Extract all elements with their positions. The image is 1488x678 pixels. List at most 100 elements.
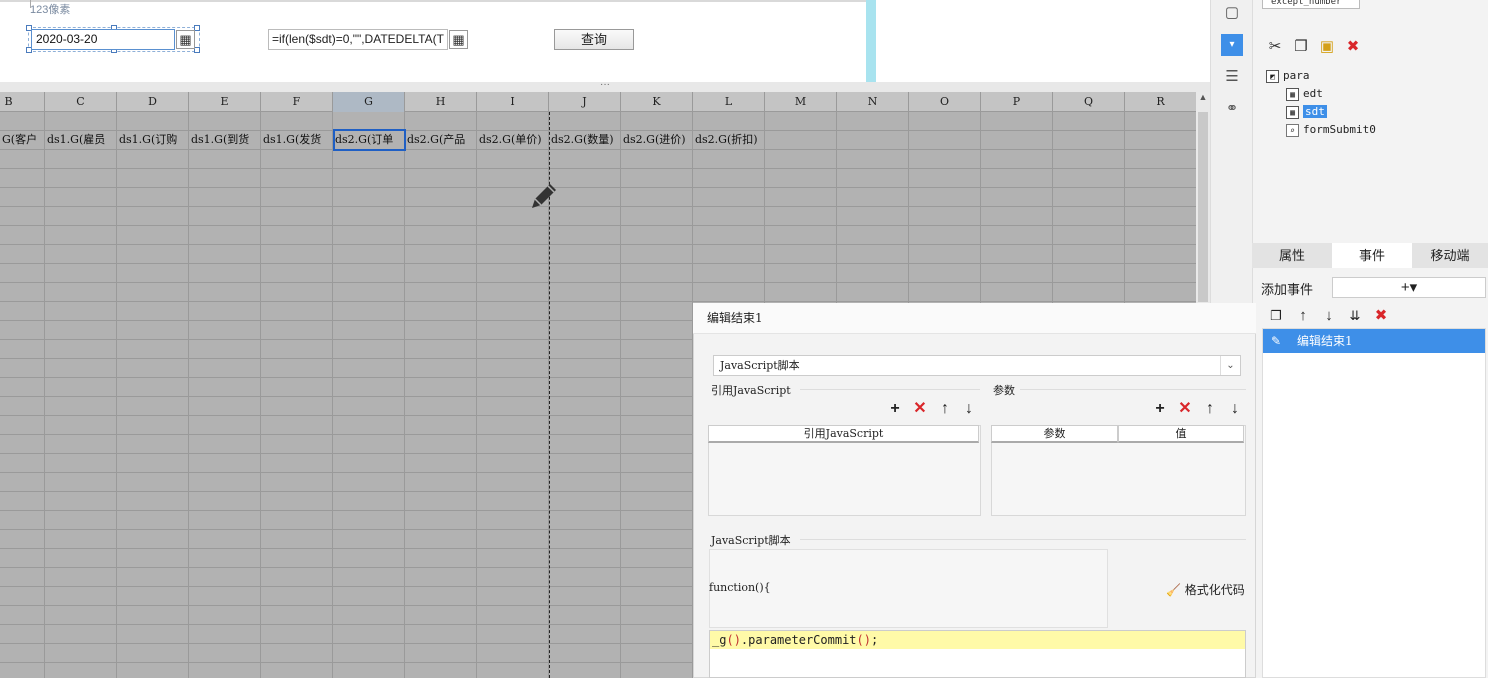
delete-ref-js-icon[interactable]: ✕ <box>911 400 929 418</box>
grid-cell[interactable]: ds1.G(订购 <box>117 130 189 150</box>
dialog-title: 编辑结束1 <box>693 303 1256 334</box>
date-widget-icon: ▦ <box>1286 87 1299 101</box>
grid-cell[interactable]: ds1.G(到货 <box>189 130 261 150</box>
params-section-label: 参数 <box>993 384 1015 397</box>
calendar-icon[interactable]: ▦ <box>176 30 195 49</box>
grid-column-line <box>188 112 189 678</box>
column-header[interactable]: J <box>549 92 621 112</box>
column-header[interactable]: O <box>909 92 981 112</box>
pane-splitter[interactable]: ··· <box>0 80 1210 92</box>
code-line[interactable]: _g().parameterCommit(); <box>710 631 1245 649</box>
delete-icon[interactable]: ✖ <box>1344 38 1362 56</box>
grid-row-line <box>0 187 1196 188</box>
section-divider <box>800 539 1246 540</box>
move-up-icon[interactable]: ↑ <box>1294 306 1312 326</box>
date-widget-icon: ▦ <box>1286 105 1299 119</box>
column-header[interactable]: I <box>477 92 549 112</box>
query-button[interactable]: 查询 <box>554 29 634 50</box>
grid-column-line <box>116 112 117 678</box>
parameter-pane-edge <box>866 0 876 82</box>
dropdown-widget-icon[interactable]: ▾ <box>1221 34 1243 56</box>
edit-icon: ✎ <box>1270 334 1282 348</box>
grid-cell[interactable]: ds1.G(发货 <box>261 130 333 150</box>
frame-icon[interactable]: ▢ <box>1221 2 1243 24</box>
sort-icon[interactable]: ⇊ <box>1346 306 1364 326</box>
column-header[interactable]: C <box>45 92 117 112</box>
add-event-button[interactable]: +▾ <box>1332 277 1486 298</box>
grid-row-line <box>0 244 1196 245</box>
tab-properties[interactable]: 属性 <box>1252 243 1332 268</box>
tree-node-root[interactable]: ◩ para <box>1266 68 1310 84</box>
grid-column-line <box>260 112 261 678</box>
copy-icon[interactable]: ❐ <box>1292 38 1310 56</box>
grid-column-line <box>620 112 621 678</box>
broom-icon: 🧹 <box>1166 583 1181 597</box>
column-header[interactable]: G <box>333 92 405 112</box>
copy-event-icon[interactable]: ❐ <box>1267 306 1285 326</box>
chevron-down-icon[interactable]: ⌄ <box>1220 356 1240 375</box>
tree-node-edt[interactable]: ▦ edt <box>1286 86 1323 102</box>
property-tabs: 属性 事件 移动端 <box>1252 243 1488 268</box>
end-date-formula-input[interactable]: =if(len($sdt)=0,"",DATEDELTA(T <box>268 29 448 50</box>
move-up-icon[interactable]: ↑ <box>936 400 954 418</box>
column-header[interactable]: K <box>621 92 693 112</box>
add-param-icon[interactable]: + <box>1151 400 1169 418</box>
ref-js-column-header: 引用JavaScript <box>708 425 979 443</box>
calendar-icon[interactable]: ▦ <box>449 30 468 49</box>
grid-column-line <box>476 112 477 678</box>
ref-js-section-label: 引用JavaScript <box>711 384 791 397</box>
script-section-label: JavaScript脚本 <box>711 534 791 547</box>
column-header[interactable]: H <box>405 92 477 112</box>
column-header[interactable]: N <box>837 92 909 112</box>
grid-cell[interactable]: ds2.G(折扣) <box>693 130 765 150</box>
widget-name-field[interactable]: except_number <box>1262 0 1360 9</box>
grid-row-line <box>0 206 1196 207</box>
column-header[interactable]: D <box>117 92 189 112</box>
event-item[interactable]: ✎ 编辑结束1 <box>1263 329 1485 353</box>
scroll-up-icon[interactable]: ▲ <box>1196 92 1210 110</box>
format-code-button[interactable]: 🧹 格式化代码 <box>1166 581 1245 598</box>
column-header[interactable]: R <box>1125 92 1197 112</box>
grid-cell[interactable]: ds2.G(数量) <box>549 130 621 150</box>
column-header[interactable]: E <box>189 92 261 112</box>
selected-cell[interactable] <box>333 129 406 151</box>
tab-events[interactable]: 事件 <box>1332 243 1412 268</box>
grid-cell[interactable]: ds1.G(雇员 <box>45 130 117 150</box>
tree-node-formsubmit[interactable]: ⌕ formSubmit0 <box>1286 122 1376 138</box>
cut-icon[interactable]: ✂ <box>1266 38 1284 56</box>
layer-icon[interactable]: ☰ <box>1221 66 1243 88</box>
section-divider <box>800 389 980 390</box>
grid-cell[interactable]: ds2.G(单价) <box>477 130 549 150</box>
tab-mobile[interactable]: 移动端 <box>1412 243 1488 268</box>
move-up-icon[interactable]: ↑ <box>1201 400 1219 418</box>
grid-row-line <box>0 168 1196 169</box>
submit-widget-icon: ⌕ <box>1286 123 1299 137</box>
event-list <box>1262 328 1486 678</box>
column-header[interactable]: P <box>981 92 1053 112</box>
tree-node-sdt[interactable]: ▦ sdt <box>1286 104 1327 120</box>
value-column-header: 值 <box>1118 425 1244 443</box>
move-down-icon[interactable]: ↓ <box>1320 306 1338 326</box>
add-ref-js-icon[interactable]: + <box>886 400 904 418</box>
column-header[interactable]: Q <box>1053 92 1125 112</box>
grid-cell[interactable]: G(客户 <box>0 130 45 150</box>
grid-cell[interactable]: ds2.G(产品 <box>405 130 477 150</box>
delete-event-icon[interactable]: ✖ <box>1372 306 1390 326</box>
column-header[interactable]: M <box>765 92 837 112</box>
column-header[interactable]: B <box>0 92 45 112</box>
scrollbar-thumb[interactable] <box>1198 112 1208 302</box>
start-date-input[interactable]: 2020-03-20 <box>31 29 175 50</box>
column-header[interactable]: L <box>693 92 765 112</box>
delete-param-icon[interactable]: ✕ <box>1176 400 1194 418</box>
script-type-select[interactable]: JavaScript脚本 <box>713 355 1241 376</box>
paste-icon[interactable]: ▣ <box>1318 38 1336 56</box>
grid-row-line <box>0 225 1196 226</box>
grid-row-line <box>0 263 1196 264</box>
grid-cell[interactable]: ds2.G(进价) <box>621 130 693 150</box>
link-icon[interactable]: ⚭ <box>1221 98 1243 120</box>
move-down-icon[interactable]: ↓ <box>960 400 978 418</box>
pane-size-label: 123像素 <box>30 4 71 16</box>
move-down-icon[interactable]: ↓ <box>1226 400 1244 418</box>
column-header[interactable]: F <box>261 92 333 112</box>
grid-row-line <box>0 301 1196 302</box>
